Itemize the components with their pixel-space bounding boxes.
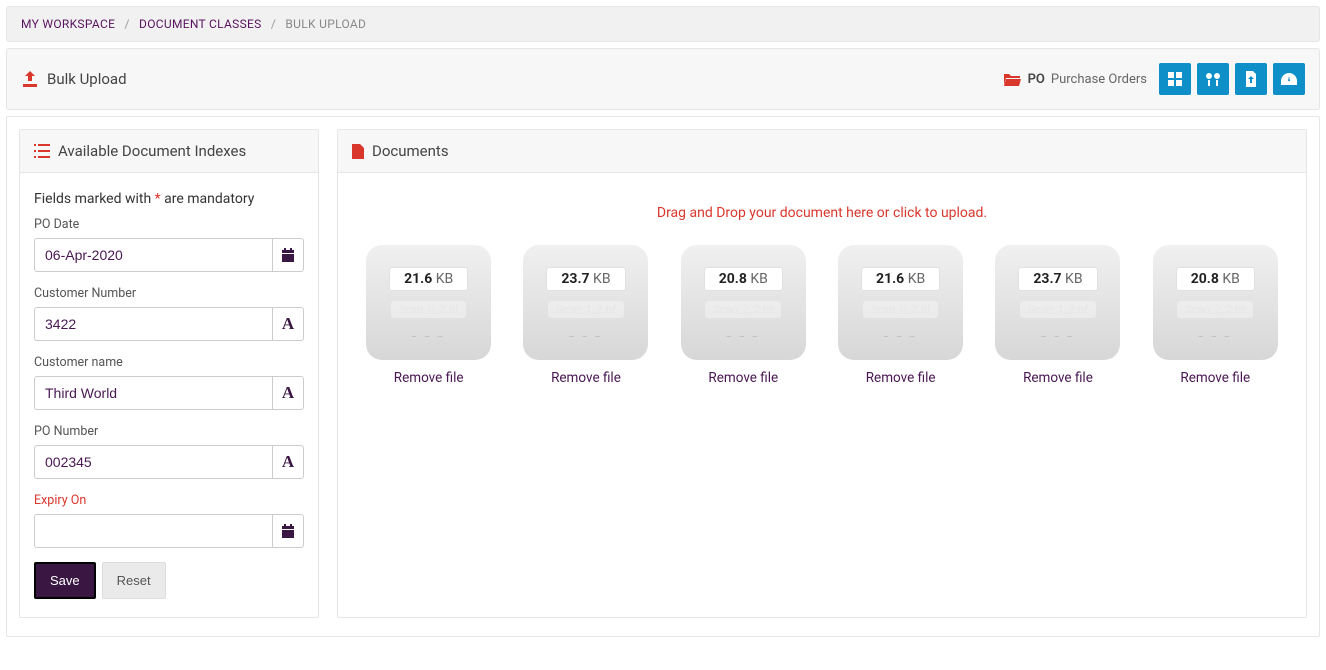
file-size: 21.6 KB xyxy=(861,267,940,291)
file-preview[interactable]: 21.6 KB Scan_0_2.tif _ _ _ xyxy=(366,245,491,360)
file-tile: 21.6 KB Scan_0_2.tif _ _ _ Remove file xyxy=(356,245,501,386)
remove-file-link[interactable]: Remove file xyxy=(1180,370,1250,386)
remove-file-link[interactable]: Remove file xyxy=(394,370,464,386)
calendar-icon[interactable] xyxy=(272,514,304,548)
breadcrumb: MY WORKSPACE / DOCUMENT CLASSES / BULK U… xyxy=(6,6,1320,42)
progress-dashes: _ _ _ xyxy=(569,328,603,339)
remove-file-link[interactable]: Remove file xyxy=(708,370,778,386)
file-tile: 20.8 KB Scan_2_2.tif _ _ _ Remove file xyxy=(671,245,816,386)
reset-button[interactable]: Reset xyxy=(102,562,166,599)
upload-icon xyxy=(21,71,39,87)
breadcrumb-my-workspace[interactable]: MY WORKSPACE xyxy=(21,17,115,31)
remove-file-link[interactable]: Remove file xyxy=(1023,370,1093,386)
po-number-label: PO Number xyxy=(34,424,304,439)
po-date-label: PO Date xyxy=(34,217,304,232)
progress-dashes: _ _ _ xyxy=(884,328,918,339)
mandatory-note: Fields marked with * are mandatory xyxy=(34,191,304,207)
file-name: Scan_1_2.tif xyxy=(548,301,624,318)
dropzone[interactable]: Drag and Drop your document here or clic… xyxy=(338,173,1306,404)
breadcrumb-document-classes[interactable]: DOCUMENT CLASSES xyxy=(139,17,262,31)
documents-panel-header: Documents xyxy=(338,130,1306,173)
index-panel-header: Available Document Indexes xyxy=(20,130,318,173)
progress-dashes: _ _ _ xyxy=(1199,328,1233,339)
calendar-icon[interactable] xyxy=(272,238,304,272)
customer-name-label: Customer name xyxy=(34,355,304,370)
save-button[interactable]: Save xyxy=(34,562,96,599)
file-preview[interactable]: 23.7 KB Scan_1_2.tif _ _ _ xyxy=(995,245,1120,360)
breadcrumb-sep: / xyxy=(125,17,130,31)
dropzone-hint: Drag and Drop your document here or clic… xyxy=(356,205,1288,221)
text-type-icon[interactable]: A xyxy=(272,307,304,341)
documents-panel: Documents Drag and Drop your document he… xyxy=(337,129,1307,618)
progress-dashes: _ _ _ xyxy=(1041,328,1075,339)
document-icon xyxy=(352,144,364,159)
customer-number-input[interactable] xyxy=(34,307,272,341)
upload-button[interactable] xyxy=(1235,63,1267,95)
file-size: 23.7 KB xyxy=(1018,267,1097,291)
breadcrumb-current: BULK UPLOAD xyxy=(285,17,366,31)
file-preview[interactable]: 21.6 KB Scan_0_2.tif _ _ _ xyxy=(838,245,963,360)
customer-name-input[interactable] xyxy=(34,376,272,410)
file-name: Scan_2_2.tif xyxy=(1177,301,1253,318)
doc-class-code: PO xyxy=(1028,72,1045,87)
file-tile: 23.7 KB Scan_1_2.tif _ _ _ Remove file xyxy=(985,245,1130,386)
customer-number-label: Customer Number xyxy=(34,286,304,301)
dashboard-button[interactable] xyxy=(1273,63,1305,95)
progress-dashes: _ _ _ xyxy=(412,328,446,339)
page-title: Bulk Upload xyxy=(47,70,127,88)
documents-panel-title: Documents xyxy=(372,142,449,160)
file-preview[interactable]: 20.8 KB Scan_2_2.tif _ _ _ xyxy=(1153,245,1278,360)
doc-class-name: Purchase Orders xyxy=(1051,72,1147,87)
file-size: 20.8 KB xyxy=(704,267,783,291)
page-header: Bulk Upload PO Purchase Orders xyxy=(6,48,1320,110)
remove-file-link[interactable]: Remove file xyxy=(551,370,621,386)
po-number-input[interactable] xyxy=(34,445,272,479)
file-size: 21.6 KB xyxy=(389,267,468,291)
progress-dashes: _ _ _ xyxy=(727,328,761,339)
file-name: Scan_0_2.tif xyxy=(391,301,467,318)
expiry-on-input[interactable] xyxy=(34,514,272,548)
content-area: Available Document Indexes Fields marked… xyxy=(6,116,1320,637)
folder-open-icon xyxy=(1002,72,1022,86)
file-tile: 23.7 KB Scan_1_2.tif _ _ _ Remove file xyxy=(513,245,658,386)
text-type-icon[interactable]: A xyxy=(272,376,304,410)
file-tile: 21.6 KB Scan_0_2.tif _ _ _ Remove file xyxy=(828,245,973,386)
remove-file-link[interactable]: Remove file xyxy=(866,370,936,386)
file-size: 20.8 KB xyxy=(1176,267,1255,291)
file-name: Scan_1_2.tif xyxy=(1020,301,1096,318)
file-preview[interactable]: 23.7 KB Scan_1_2.tif _ _ _ xyxy=(523,245,648,360)
expiry-on-label: Expiry On xyxy=(34,493,304,508)
list-icon xyxy=(34,144,50,158)
grid-view-button[interactable] xyxy=(1159,63,1191,95)
index-panel-title: Available Document Indexes xyxy=(58,142,246,160)
file-name: Scan_0_2.tif xyxy=(863,301,939,318)
index-form-panel: Available Document Indexes Fields marked… xyxy=(19,129,319,618)
file-tile: 20.8 KB Scan_2_2.tif _ _ _ Remove file xyxy=(1143,245,1288,386)
file-preview[interactable]: 20.8 KB Scan_2_2.tif _ _ _ xyxy=(681,245,806,360)
text-type-icon[interactable]: A xyxy=(272,445,304,479)
breadcrumb-sep: / xyxy=(271,17,276,31)
file-size: 23.7 KB xyxy=(546,267,625,291)
po-date-input[interactable] xyxy=(34,238,272,272)
file-name: Scan_2_2.tif xyxy=(705,301,781,318)
doc-class-indicator: PO Purchase Orders xyxy=(1002,72,1147,87)
search-button[interactable] xyxy=(1197,63,1229,95)
